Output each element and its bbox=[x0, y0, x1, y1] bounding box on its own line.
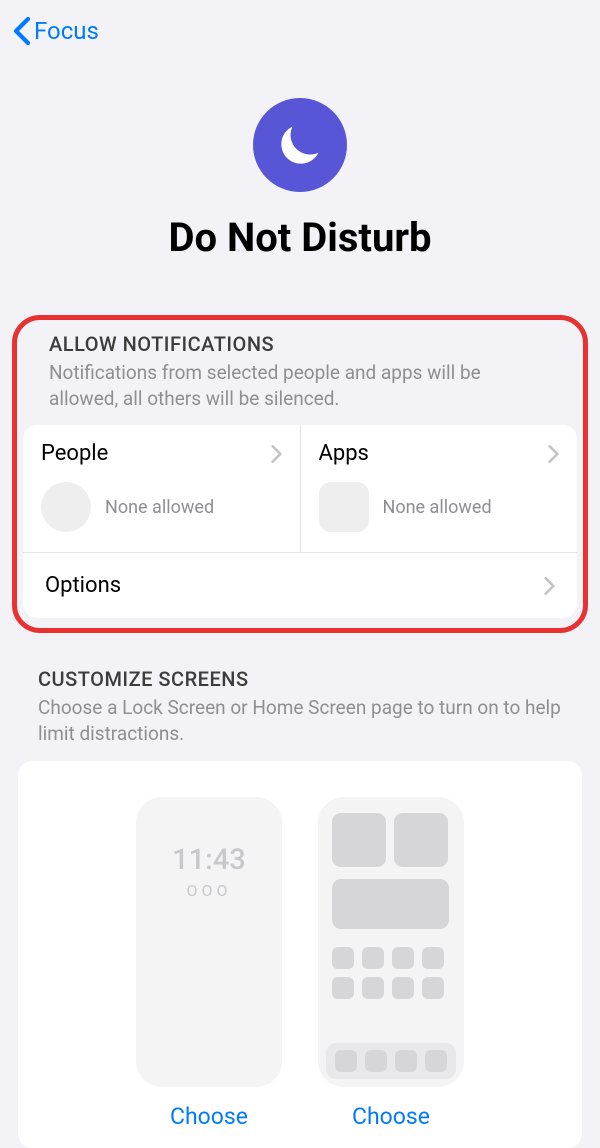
back-button[interactable]: Focus bbox=[12, 16, 99, 46]
dock-placeholder bbox=[326, 1043, 456, 1079]
app-icon-placeholder bbox=[362, 947, 384, 969]
widget-placeholder bbox=[332, 879, 449, 929]
chevron-right-icon bbox=[548, 445, 559, 463]
lock-screen-time: 11:43 bbox=[136, 797, 282, 877]
back-label: Focus bbox=[34, 17, 99, 45]
dnd-icon bbox=[253, 98, 347, 192]
widget-placeholder bbox=[394, 813, 448, 867]
choose-home-button[interactable]: Choose bbox=[352, 1103, 430, 1130]
options-label: Options bbox=[45, 573, 121, 598]
options-row[interactable]: Options bbox=[23, 553, 577, 618]
chevron-right-icon bbox=[271, 445, 282, 463]
people-title: People bbox=[41, 441, 108, 466]
people-cell[interactable]: People None allowed bbox=[23, 425, 301, 552]
apps-icon-placeholder bbox=[319, 482, 369, 532]
choose-lock-button[interactable]: Choose bbox=[170, 1103, 248, 1130]
page-title: Do Not Disturb bbox=[168, 214, 431, 261]
dock-icon-placeholder bbox=[425, 1050, 447, 1072]
notifications-section-description: Notifications from selected people and a… bbox=[17, 356, 583, 425]
app-icon-placeholder bbox=[362, 977, 384, 999]
chevron-left-icon bbox=[12, 16, 32, 46]
people-avatar-placeholder bbox=[41, 482, 91, 532]
app-icon-placeholder bbox=[422, 947, 444, 969]
app-icon-placeholder bbox=[332, 947, 354, 969]
dock-icon-placeholder bbox=[365, 1050, 387, 1072]
customize-section-label: CUSTOMIZE SCREENS bbox=[38, 667, 562, 691]
lock-screen-dots: OOO bbox=[136, 877, 282, 900]
customize-section-description: Choose a Lock Screen or Home Screen page… bbox=[38, 691, 562, 760]
widget-placeholder bbox=[332, 813, 386, 867]
home-screen-preview[interactable] bbox=[318, 797, 464, 1087]
people-status: None allowed bbox=[105, 497, 214, 518]
apps-status: None allowed bbox=[383, 497, 492, 518]
app-icon-placeholder bbox=[392, 977, 414, 999]
apps-title: Apps bbox=[319, 441, 369, 466]
app-icon-placeholder bbox=[422, 977, 444, 999]
dock-icon-placeholder bbox=[395, 1050, 417, 1072]
moon-icon bbox=[274, 119, 326, 171]
notifications-section-label: ALLOW NOTIFICATIONS bbox=[17, 332, 583, 356]
app-icon-placeholder bbox=[332, 977, 354, 999]
notifications-highlight-box: ALLOW NOTIFICATIONS Notifications from s… bbox=[12, 315, 588, 633]
apps-cell[interactable]: Apps None allowed bbox=[301, 425, 578, 552]
app-icon-placeholder bbox=[392, 947, 414, 969]
lock-screen-preview[interactable]: 11:43 OOO bbox=[136, 797, 282, 1087]
chevron-right-icon bbox=[544, 577, 555, 595]
dock-icon-placeholder bbox=[335, 1050, 357, 1072]
